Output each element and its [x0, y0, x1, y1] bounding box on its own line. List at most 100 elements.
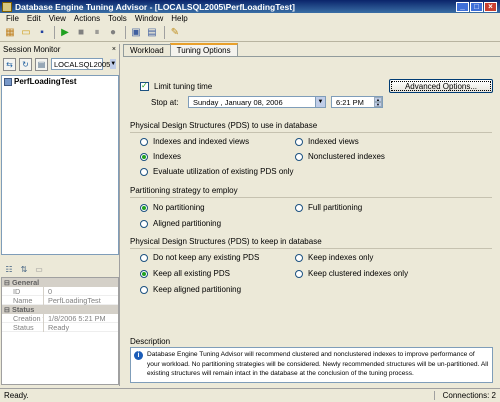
property-value: 0	[48, 286, 53, 296]
session-document: Workload Tuning Options Limit tuning tim…	[123, 43, 500, 386]
property-row[interactable]: Name PerfLoadingTest	[2, 295, 118, 305]
radio-button[interactable]	[295, 137, 303, 146]
pause-icon[interactable]: ⏸	[90, 26, 104, 40]
server-icon[interactable]: ▤	[35, 57, 48, 71]
option-label: Indexed views	[308, 137, 359, 146]
save-icon[interactable]: ▪	[35, 26, 49, 40]
option-keep-aligned[interactable]: Keep aligned partitioning	[140, 285, 241, 294]
session-monitor-header: Session Monitor ×	[0, 44, 119, 55]
option-label: Keep aligned partitioning	[153, 285, 242, 294]
toolbar-separator	[54, 26, 55, 39]
property-pages-icon[interactable]: ▭	[33, 263, 45, 275]
limit-tuning-time-option[interactable]: Limit tuning time	[140, 81, 213, 91]
properties-grid: ⊟ General ID 0 Name PerfLoadingTest ⊟ St…	[1, 277, 119, 385]
option-label: Keep all existing PDS	[153, 269, 230, 278]
limit-tuning-time-label: Limit tuning time	[154, 82, 213, 91]
toolbar-separator	[164, 26, 165, 39]
tab-workload[interactable]: Workload	[123, 44, 171, 56]
maximize-button[interactable]: □	[470, 1, 483, 12]
option-keep-all[interactable]: Keep all existing PDS	[140, 269, 230, 278]
stop-time-value: 6:21 PM	[336, 97, 364, 107]
option-label: Full partitioning	[308, 203, 363, 212]
radio-button[interactable]	[140, 152, 148, 161]
stop-date-value: Sunday , January 08, 2006	[193, 97, 283, 107]
info-icon: i	[134, 351, 143, 360]
option-nonclustered-indexes[interactable]: Nonclustered indexes	[295, 152, 385, 161]
menu-window[interactable]: Window	[131, 14, 167, 23]
menu-edit[interactable]: Edit	[23, 14, 45, 23]
chevron-down-icon[interactable]: ▼	[315, 97, 325, 107]
stop-date-picker[interactable]: Sunday , January 08, 2006 ▼	[188, 96, 326, 108]
radio-button[interactable]	[295, 152, 303, 161]
partitioning-section-title: Partitioning strategy to employ	[130, 186, 238, 195]
server-dropdown[interactable]: LOCALSQL2005 ▼	[51, 58, 117, 70]
tab-strip: Workload Tuning Options	[123, 43, 500, 57]
menu-file[interactable]: File	[2, 14, 23, 23]
menu-view[interactable]: View	[45, 14, 70, 23]
refresh-icon[interactable]: ↻	[19, 57, 32, 71]
option-keep-none[interactable]: Do not keep any existing PDS	[140, 253, 259, 262]
option-indexes-and-views[interactable]: Indexes and indexed views	[140, 137, 249, 146]
section-divider	[130, 197, 492, 198]
radio-button[interactable]	[140, 219, 148, 228]
radio-button[interactable]	[140, 203, 148, 212]
option-aligned-partitioning[interactable]: Aligned partitioning	[140, 219, 221, 228]
option-no-partitioning[interactable]: No partitioning	[140, 203, 205, 212]
new-session-icon[interactable]: ▦	[3, 26, 17, 40]
property-row[interactable]: Status Ready	[2, 322, 118, 332]
option-indexes[interactable]: Indexes	[140, 152, 181, 161]
menu-help[interactable]: Help	[167, 14, 191, 23]
connect-icon[interactable]: ⇆	[3, 57, 16, 71]
option-indexed-views[interactable]: Indexed views	[295, 137, 359, 146]
advanced-options-button[interactable]: Advanced Options...	[389, 79, 493, 93]
option-full-partitioning[interactable]: Full partitioning	[295, 203, 362, 212]
option-keep-indexes-only[interactable]: Keep indexes only	[295, 253, 373, 262]
radio-button[interactable]	[140, 137, 148, 146]
close-pane-icon[interactable]: ×	[112, 46, 119, 53]
key-icon[interactable]: ✎	[168, 26, 182, 40]
limit-tuning-time-checkbox[interactable]	[140, 81, 149, 91]
record-icon[interactable]: ●	[106, 26, 120, 40]
radio-button[interactable]	[140, 269, 148, 278]
property-value: 1/8/2006 5:21 PM	[48, 313, 106, 323]
collapse-icon[interactable]: ⊟	[4, 279, 10, 287]
open-icon[interactable]: ▭	[19, 26, 33, 40]
collapse-icon[interactable]: ⊟	[4, 306, 10, 314]
properties-toolbar: ☷ ⇅ ▭	[1, 262, 119, 276]
window-icon[interactable]: ▣	[129, 26, 143, 40]
option-label: Indexes	[153, 152, 182, 161]
window-title: Database Engine Tuning Advisor - [LOCALS…	[15, 1, 295, 12]
close-button[interactable]: ×	[484, 1, 497, 12]
radio-button[interactable]	[295, 253, 303, 262]
layout-icon[interactable]: ▤	[145, 26, 159, 40]
stop-time-picker[interactable]: 6:21 PM ▲ ▼	[331, 96, 383, 108]
radio-button[interactable]	[140, 167, 148, 176]
pds-keep-section-title: Physical Design Structures (PDS) to keep…	[130, 237, 322, 246]
option-label: Nonclustered indexes	[308, 152, 385, 161]
alphabetical-icon[interactable]: ⇅	[18, 263, 30, 275]
session-toolbar: ⇆ ↻ ▤ LOCALSQL2005 ▼	[0, 55, 119, 73]
description-label: Description	[130, 337, 171, 346]
categorized-icon[interactable]: ☷	[3, 263, 15, 275]
menu-bar: File Edit View Actions Tools Window Help	[0, 13, 500, 24]
start-analysis-icon[interactable]: ▶	[58, 26, 72, 40]
tab-tuning-options[interactable]: Tuning Options	[169, 43, 238, 56]
option-label: No partitioning	[153, 203, 205, 212]
property-value: PerfLoadingTest	[48, 295, 101, 305]
chevron-down-icon[interactable]: ▼	[110, 59, 117, 69]
radio-button[interactable]	[140, 285, 148, 294]
time-spinner[interactable]: ▲ ▼	[374, 97, 382, 107]
radio-button[interactable]	[295, 269, 303, 278]
option-label: Keep clustered indexes only	[308, 269, 409, 278]
stop-icon[interactable]: ■	[74, 26, 88, 40]
toolbar-separator	[125, 26, 126, 39]
minimize-button[interactable]: _	[456, 1, 469, 12]
radio-button[interactable]	[140, 253, 148, 262]
menu-actions[interactable]: Actions	[70, 14, 104, 23]
radio-button[interactable]	[295, 203, 303, 212]
session-list[interactable]: PerfLoadingTest	[1, 75, 119, 255]
option-keep-clustered[interactable]: Keep clustered indexes only	[295, 269, 408, 278]
option-evaluate-existing-pds[interactable]: Evaluate utilization of existing PDS onl…	[140, 167, 294, 176]
menu-tools[interactable]: Tools	[104, 14, 131, 23]
session-item[interactable]: PerfLoadingTest	[2, 76, 118, 87]
